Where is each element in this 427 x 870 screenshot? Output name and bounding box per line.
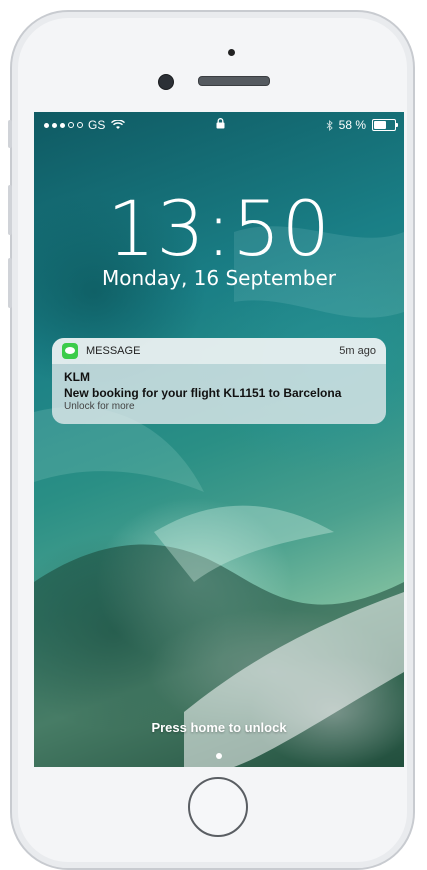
volume-down-button[interactable] (8, 258, 12, 308)
notification-body: KLM New booking for your flight KL1151 t… (52, 364, 386, 418)
front-camera (158, 74, 174, 90)
bluetooth-icon (326, 119, 333, 131)
battery-icon (372, 119, 398, 131)
status-bar: GS 58 % (34, 116, 404, 134)
battery-percent: 58 % (338, 118, 366, 132)
right-status-group: 58 % (326, 118, 398, 132)
volume-up-button[interactable] (8, 185, 12, 235)
notification-header: MESSAGE 5m ago (52, 338, 386, 364)
battery-fill (374, 121, 386, 129)
notification-card[interactable]: MESSAGE 5m ago KLM New booking for your … (52, 338, 386, 424)
carrier-name: GS (88, 118, 106, 132)
messages-icon (62, 343, 78, 359)
signal-dot-empty-icon (68, 122, 74, 128)
notification-app-name: MESSAGE (86, 345, 141, 357)
lock-icon (216, 118, 225, 129)
clock-date: Monday, 16 September (101, 266, 337, 290)
lock-screen[interactable]: GS 58 % 13:50 Monday, 16 September MESSA… (34, 112, 404, 767)
proximity-sensor (228, 49, 235, 56)
page-indicator-dot (216, 753, 222, 759)
signal-dot-icon (44, 122, 49, 128)
carrier-group: GS (44, 118, 126, 132)
unlock-hint: Press home to unlock (151, 720, 287, 735)
mute-switch (8, 120, 12, 148)
signal-dot-icon (52, 122, 57, 128)
notification-subtitle: Unlock for more (64, 401, 135, 412)
home-button[interactable] (188, 777, 248, 837)
wifi-icon (111, 120, 126, 129)
notification-message: New booking for your flight KL1151 to Ba… (64, 386, 342, 400)
notification-age: 5m ago (339, 345, 376, 357)
clock-time: 13:50 (106, 184, 332, 273)
earpiece-speaker (198, 76, 270, 86)
signal-dot-empty-icon (77, 122, 83, 128)
signal-dot-icon (60, 122, 65, 128)
notification-sender: KLM (64, 370, 90, 384)
